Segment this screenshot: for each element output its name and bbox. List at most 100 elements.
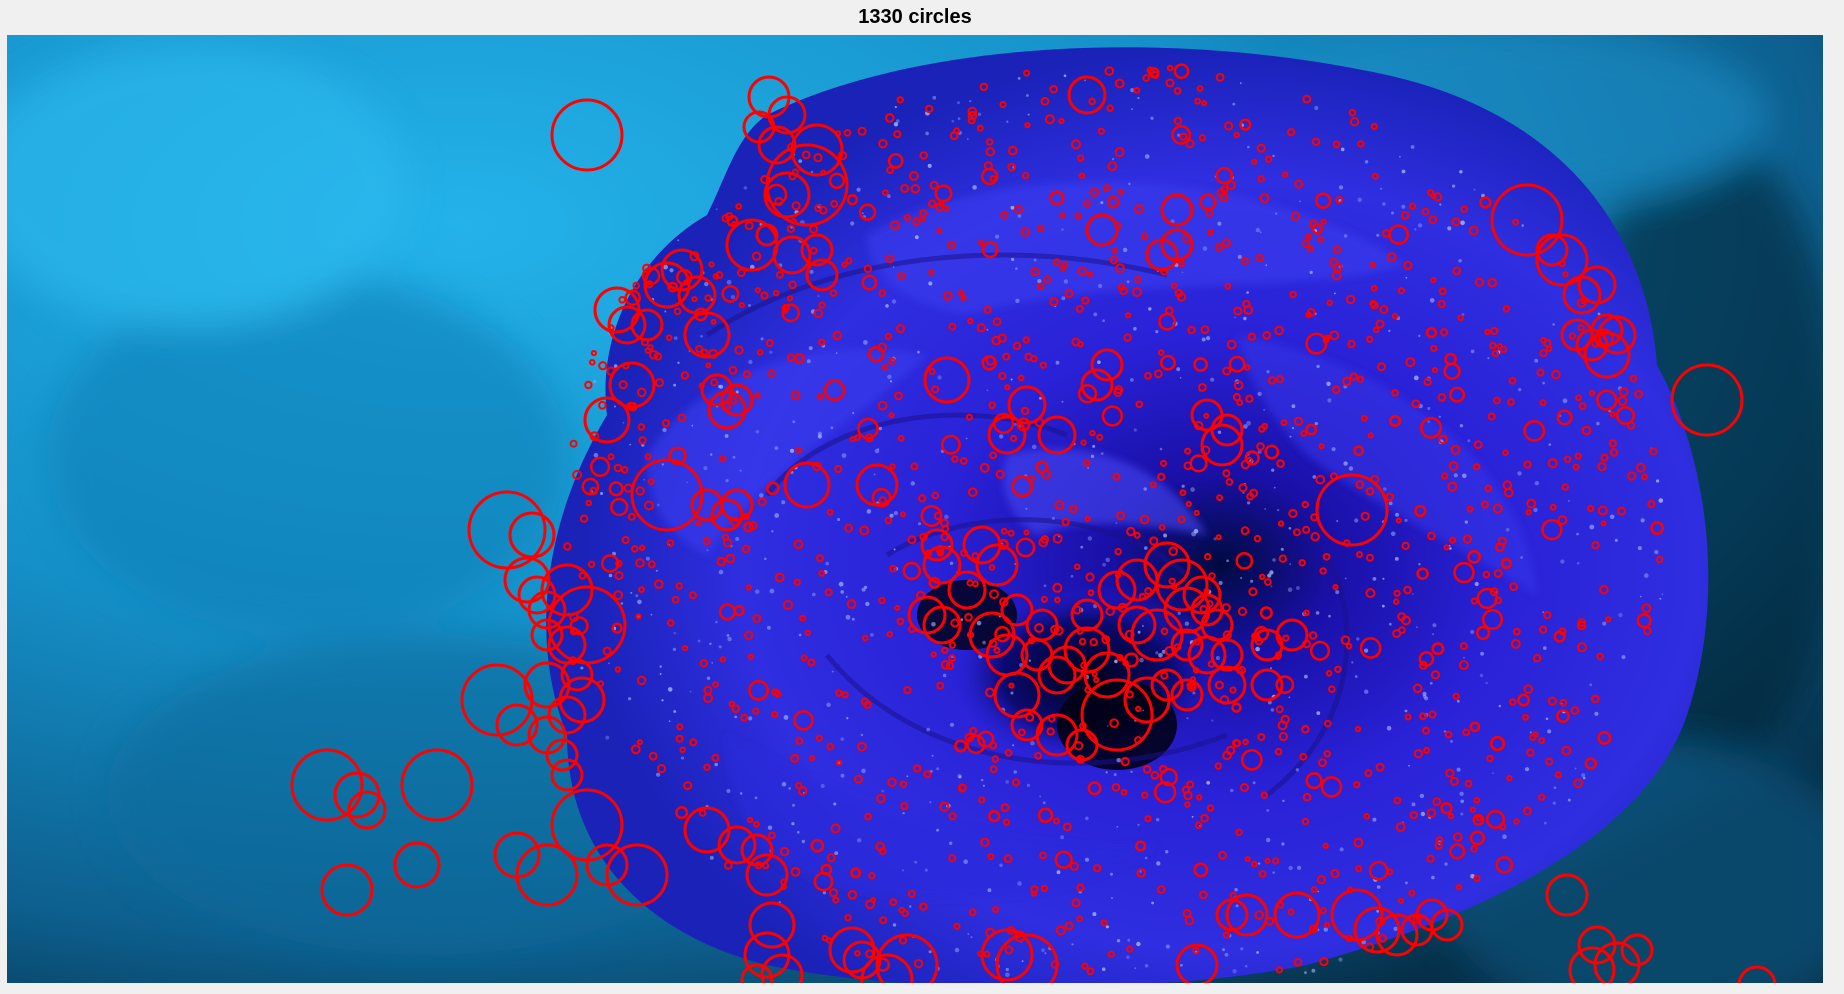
water-droplet bbox=[1343, 461, 1348, 466]
water-droplet bbox=[870, 633, 874, 637]
water-droplet bbox=[1459, 170, 1463, 174]
water-droplet bbox=[840, 773, 845, 778]
water-droplet bbox=[926, 727, 931, 732]
water-droplet bbox=[769, 588, 775, 594]
water-droplet bbox=[1244, 964, 1248, 968]
water-droplet bbox=[1017, 77, 1021, 80]
water-droplet bbox=[1092, 444, 1096, 448]
water-droplet bbox=[1133, 428, 1137, 432]
water-droplet bbox=[709, 642, 712, 645]
water-droplet bbox=[1382, 202, 1386, 206]
water-droplet bbox=[1450, 740, 1453, 743]
water-droplet bbox=[650, 613, 653, 616]
water-droplet bbox=[1143, 487, 1147, 491]
water-droplet bbox=[1142, 709, 1144, 712]
water-droplet bbox=[982, 784, 986, 787]
water-droplet bbox=[1192, 691, 1196, 695]
water-droplet bbox=[1339, 847, 1344, 852]
water-droplet bbox=[774, 446, 779, 450]
water-droplet bbox=[1031, 444, 1037, 450]
water-droplet bbox=[715, 208, 718, 211]
water-droplet bbox=[1521, 224, 1524, 227]
water-droplet bbox=[709, 855, 714, 860]
water-droplet bbox=[1498, 704, 1502, 708]
rose-photo-with-detected-circles bbox=[7, 35, 1823, 983]
water-droplet bbox=[797, 830, 800, 834]
water-droplet bbox=[1288, 696, 1291, 699]
water-droplet bbox=[1234, 316, 1236, 319]
water-droplet bbox=[1037, 279, 1042, 284]
water-droplet bbox=[1061, 228, 1064, 231]
water-droplet bbox=[1304, 674, 1308, 679]
water-droplet bbox=[1456, 699, 1460, 703]
water-droplet bbox=[668, 720, 671, 722]
water-droplet bbox=[1429, 298, 1435, 303]
water-droplet bbox=[1311, 968, 1316, 973]
water-droplet bbox=[697, 639, 701, 643]
water-droplet bbox=[1275, 212, 1278, 215]
water-droplet bbox=[966, 138, 969, 140]
water-droplet bbox=[1044, 952, 1047, 955]
water-droplet bbox=[1661, 593, 1664, 595]
water-droplet bbox=[1327, 398, 1332, 403]
water-droplet bbox=[1596, 421, 1600, 426]
water-droplet bbox=[1460, 220, 1465, 226]
water-droplet bbox=[1314, 105, 1319, 111]
water-droplet bbox=[1427, 407, 1431, 410]
water-droplet bbox=[1354, 518, 1359, 523]
water-droplet bbox=[1357, 197, 1362, 202]
water-droplet bbox=[1093, 312, 1098, 317]
water-droplet bbox=[1270, 585, 1273, 588]
water-droplet bbox=[834, 851, 839, 855]
water-droplet bbox=[977, 112, 982, 117]
water-droplet bbox=[1544, 821, 1547, 825]
water-droplet bbox=[1291, 404, 1296, 409]
water-droplet bbox=[1272, 558, 1276, 562]
water-droplet bbox=[906, 775, 909, 778]
water-droplet bbox=[928, 281, 933, 286]
water-droplet bbox=[810, 170, 814, 173]
water-droplet bbox=[1639, 595, 1642, 598]
water-droplet bbox=[1295, 768, 1300, 772]
water-droplet bbox=[798, 633, 802, 637]
water-droplet bbox=[1265, 264, 1267, 266]
water-droplet bbox=[1272, 154, 1275, 158]
water-droplet bbox=[970, 936, 973, 939]
water-droplet bbox=[1304, 971, 1307, 974]
water-droplet bbox=[1063, 74, 1067, 77]
water-droplet bbox=[1210, 377, 1215, 382]
water-droplet bbox=[995, 234, 1000, 239]
water-droplet bbox=[902, 812, 905, 815]
water-droplet bbox=[600, 492, 604, 495]
water-droplet bbox=[792, 420, 796, 424]
water-droplet bbox=[1041, 948, 1045, 953]
water-droplet bbox=[659, 673, 662, 675]
water-droplet bbox=[1458, 259, 1462, 263]
water-droplet bbox=[1042, 801, 1046, 805]
water-droplet bbox=[826, 702, 831, 707]
water-droplet bbox=[691, 424, 694, 427]
water-droplet bbox=[892, 266, 895, 268]
water-droplet bbox=[714, 762, 718, 767]
water-droplet bbox=[1394, 557, 1399, 561]
water-droplet bbox=[1524, 767, 1530, 772]
water-droplet bbox=[1235, 904, 1239, 908]
water-droplet bbox=[831, 670, 834, 673]
water-droplet bbox=[1574, 767, 1577, 770]
water-droplet bbox=[1351, 661, 1354, 664]
water-droplet bbox=[1133, 326, 1137, 331]
water-droplet bbox=[1289, 563, 1291, 565]
water-droplet bbox=[873, 473, 876, 476]
water-droplet bbox=[1026, 94, 1029, 97]
water-droplet bbox=[1230, 788, 1234, 793]
water-droplet bbox=[1529, 731, 1532, 734]
water-droplet bbox=[769, 350, 773, 354]
water-droplet bbox=[1013, 770, 1018, 774]
water-droplet bbox=[1418, 334, 1421, 337]
water-droplet bbox=[1326, 381, 1331, 386]
water-droplet bbox=[1148, 307, 1152, 311]
water-droplet bbox=[918, 522, 921, 526]
water-droplet bbox=[1250, 579, 1254, 583]
water-droplet bbox=[1215, 656, 1220, 660]
water-droplet bbox=[1533, 507, 1538, 513]
